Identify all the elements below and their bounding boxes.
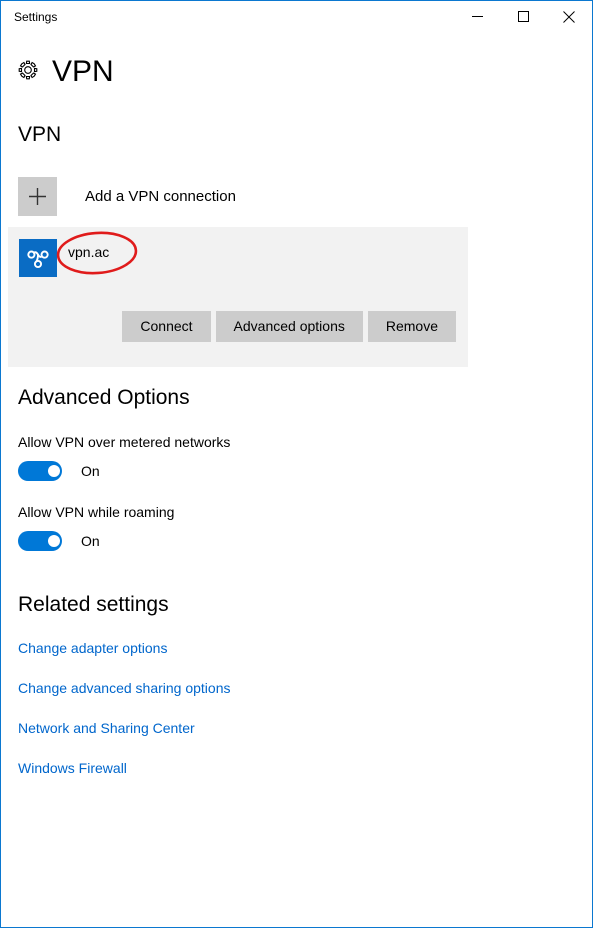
related-settings-heading: Related settings <box>18 593 169 616</box>
toggle-switch-knob <box>48 535 60 547</box>
vpn-connection-entry[interactable]: vpn.ac <box>19 239 109 277</box>
connect-button[interactable]: Connect <box>122 311 211 342</box>
window-controls <box>454 1 592 32</box>
metered-networks-toggle[interactable]: On <box>18 461 100 481</box>
toggle-switch-knob <box>48 465 60 477</box>
link-change-adapter-options[interactable]: Change adapter options <box>18 640 167 657</box>
minimize-icon <box>471 11 483 22</box>
page-title: VPN <box>52 55 114 88</box>
metered-networks-label: Allow VPN over metered networks <box>18 434 231 450</box>
metered-networks-state: On <box>81 462 100 479</box>
vpn-provider-icon <box>19 239 57 277</box>
toggle-switch-track[interactable] <box>18 461 62 481</box>
advanced-options-heading: Advanced Options <box>18 386 190 409</box>
vpn-connection-actions: Connect Advanced options Remove <box>8 311 456 342</box>
close-icon <box>563 10 575 23</box>
roaming-state: On <box>81 532 100 549</box>
close-button[interactable] <box>546 1 592 32</box>
gear-icon <box>17 59 39 81</box>
link-network-and-sharing-center[interactable]: Network and Sharing Center <box>18 720 195 737</box>
toggle-switch-track[interactable] <box>18 531 62 551</box>
vpn-connection-name: vpn.ac <box>68 244 110 260</box>
vpn-section-heading: VPN <box>18 123 62 146</box>
link-change-advanced-sharing-options[interactable]: Change advanced sharing options <box>18 680 231 697</box>
add-vpn-connection-label: Add a VPN connection <box>85 187 236 205</box>
plus-icon <box>18 177 57 216</box>
settings-window: Settings VPN VPN Add a VPN connection vp… <box>0 0 593 928</box>
roaming-toggle[interactable]: On <box>18 531 100 551</box>
window-title: Settings <box>14 10 58 24</box>
maximize-icon <box>517 11 529 22</box>
title-bar: Settings <box>1 1 592 32</box>
vpn-connection-panel[interactable]: vpn.ac Connect Advanced options Remove <box>8 227 468 367</box>
remove-button[interactable]: Remove <box>367 311 456 342</box>
roaming-label: Allow VPN while roaming <box>18 504 175 520</box>
advanced-options-button[interactable]: Advanced options <box>215 311 363 342</box>
minimize-button[interactable] <box>454 1 500 32</box>
maximize-button[interactable] <box>500 1 546 32</box>
link-windows-firewall[interactable]: Windows Firewall <box>18 760 127 777</box>
add-vpn-connection-button[interactable]: Add a VPN connection <box>18 177 236 216</box>
